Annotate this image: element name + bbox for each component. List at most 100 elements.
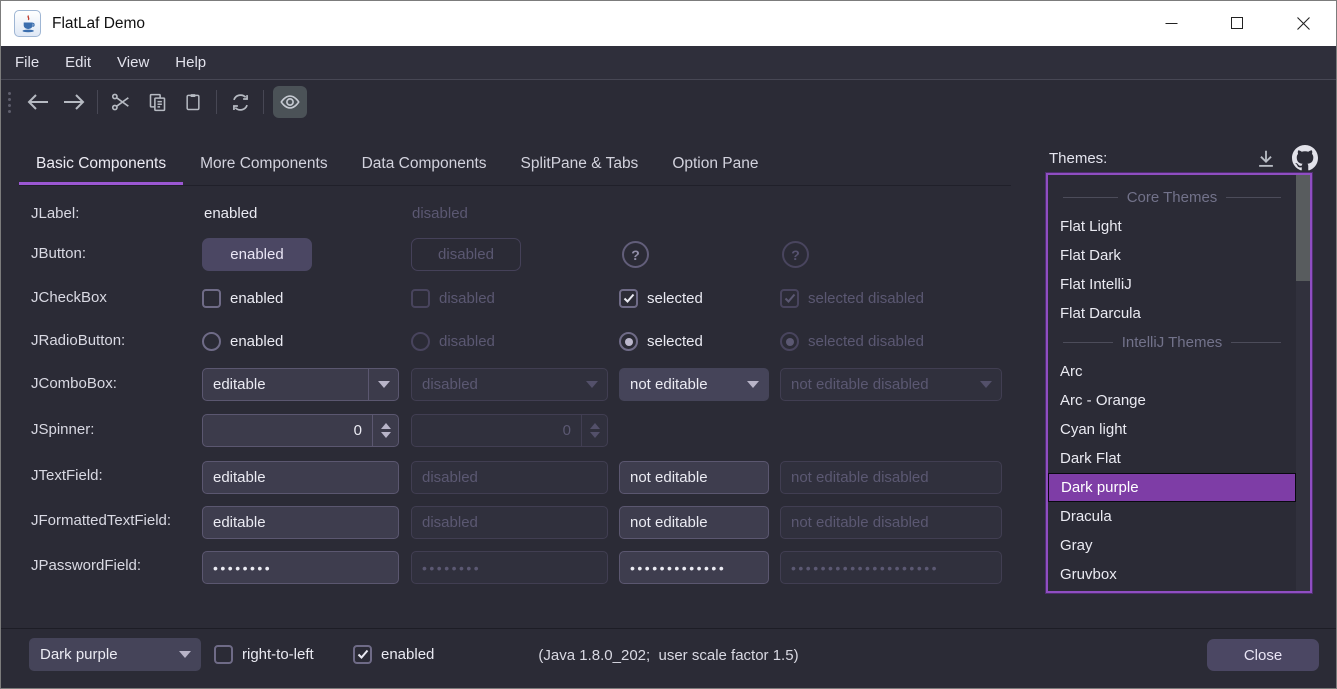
question-mark-icon: ? <box>791 247 800 263</box>
show-hidden-eye-toggle[interactable] <box>273 86 307 118</box>
tab-basic-components[interactable]: Basic Components <box>19 143 183 185</box>
list-separator-label: IntelliJ Themes <box>1122 334 1223 351</box>
theme-item-flat-light[interactable]: Flat Light <box>1048 212 1296 241</box>
checkbox-label: selected disabled <box>808 290 924 307</box>
menu-edit[interactable]: Edit <box>52 46 104 79</box>
theme-item-cyan-light[interactable]: Cyan light <box>1048 415 1296 444</box>
cut-icon[interactable] <box>103 85 139 119</box>
theme-item-flat-dark[interactable]: Flat Dark <box>1048 241 1296 270</box>
back-button[interactable] <box>20 85 56 119</box>
passwordfield-not-editable[interactable]: ••••••••••••• <box>619 551 769 584</box>
tab-data-components[interactable]: Data Components <box>345 143 504 185</box>
list-separator-label: Core Themes <box>1127 189 1218 206</box>
help-button[interactable]: ? <box>622 241 649 268</box>
close-button[interactable]: Close <box>1207 639 1319 671</box>
textfield-not-editable[interactable]: not editable <box>619 461 769 494</box>
checkbox-label: enabled <box>230 290 283 307</box>
menu-help[interactable]: Help <box>162 46 219 79</box>
row-label-jtextfield: JTextField: <box>31 467 103 484</box>
passwordfield-editable[interactable]: •••••••• <box>202 551 399 584</box>
theme-item-gruvbox[interactable]: Gruvbox <box>1048 560 1296 589</box>
radio-disabled: disabled <box>411 332 495 351</box>
row-label-jcheckbox: JCheckBox <box>31 289 107 306</box>
chevron-down-icon <box>577 369 607 400</box>
java-logo-icon <box>14 10 41 37</box>
refresh-icon[interactable] <box>222 85 258 119</box>
app-window: FlatLaf Demo File Edit View Help <box>0 0 1337 689</box>
toolbar-grip-handle[interactable] <box>8 92 11 113</box>
help-button-disabled: ? <box>782 241 809 268</box>
row-label-jcombobox: JComboBox: <box>31 375 117 392</box>
radio-circle <box>202 332 221 351</box>
download-icon[interactable] <box>1255 148 1277 170</box>
theme-item-flat-darcula[interactable]: Flat Darcula <box>1048 299 1296 328</box>
toolbar-separator <box>216 90 217 114</box>
theme-item-dracula[interactable]: Dracula <box>1048 502 1296 531</box>
list-separator-intellij-themes: IntelliJ Themes <box>1048 328 1296 357</box>
combobox-value: not editable disabled <box>781 369 971 400</box>
checkbox-box <box>202 289 221 308</box>
row-label-jradiobutton: JRadioButton: <box>31 332 125 349</box>
chevron-down-icon <box>971 369 1001 400</box>
textfield-editable[interactable]: editable <box>202 461 399 494</box>
maximize-button[interactable] <box>1204 1 1270 46</box>
window-controls <box>1138 1 1336 46</box>
menu-view[interactable]: View <box>104 46 162 79</box>
enabled-button[interactable]: enabled <box>202 238 312 271</box>
tool-bar <box>1 81 307 123</box>
combobox-value[interactable]: not editable <box>620 369 738 400</box>
scrollbar[interactable] <box>1296 175 1310 591</box>
checkbox-selected-disabled: selected disabled <box>780 289 924 308</box>
spinner-value[interactable]: 0 <box>203 415 372 446</box>
menu-bar: File Edit View Help <box>1 46 1336 80</box>
formatted-textfield-editable[interactable]: editable <box>202 506 399 539</box>
combobox-editable[interactable]: editable <box>202 368 399 401</box>
tab-option-pane[interactable]: Option Pane <box>655 143 775 185</box>
toolbar-separator <box>263 90 264 114</box>
textfield-not-editable-disabled: not editable disabled <box>780 461 1002 494</box>
checkbox-box <box>411 289 430 308</box>
paste-icon[interactable] <box>175 85 211 119</box>
combobox-not-editable[interactable]: not editable <box>619 368 769 401</box>
toolbar-separator <box>97 90 98 114</box>
formatted-textfield-not-editable[interactable]: not editable <box>619 506 769 539</box>
tab-divider <box>19 185 1011 186</box>
checkmark-icon <box>619 289 638 308</box>
checkbox-enabled[interactable]: enabled <box>202 289 283 308</box>
radio-label: selected disabled <box>808 333 924 350</box>
theme-item-dark-purple-selected[interactable]: Dark purple <box>1048 473 1296 502</box>
textfield-disabled: disabled <box>411 461 608 494</box>
combobox-value[interactable]: editable <box>203 369 368 400</box>
radio-enabled[interactable]: enabled <box>202 332 283 351</box>
menu-file[interactable]: File <box>2 46 52 79</box>
passwordfield-disabled: •••••••• <box>411 551 608 584</box>
github-icon[interactable] <box>1292 145 1318 171</box>
radio-label: disabled <box>439 333 495 350</box>
theme-item-flat-intellij[interactable]: Flat IntelliJ <box>1048 270 1296 299</box>
themes-list[interactable]: Core Themes Flat Light Flat Dark Flat In… <box>1046 173 1312 593</box>
theme-item-dark-flat[interactable]: Dark Flat <box>1048 444 1296 473</box>
tab-splitpane-tabs[interactable]: SplitPane & Tabs <box>504 143 656 185</box>
combobox-not-editable-disabled: not editable disabled <box>780 368 1002 401</box>
chevron-down-icon[interactable] <box>368 369 398 400</box>
passwordfield-not-editable-disabled: •••••••••••••••••••• <box>780 551 1002 584</box>
forward-button[interactable] <box>56 85 92 119</box>
checkbox-label: disabled <box>439 290 495 307</box>
minimize-button[interactable] <box>1138 1 1204 46</box>
chevron-down-icon[interactable] <box>738 369 768 400</box>
copy-icon[interactable] <box>139 85 175 119</box>
status-text: (Java 1.8.0_202; user scale factor 1.5) <box>1 647 1336 664</box>
theme-item-arc[interactable]: Arc <box>1048 357 1296 386</box>
spinner-arrows-icon[interactable] <box>372 415 398 446</box>
radio-selected[interactable]: selected <box>619 332 703 351</box>
scrollbar-thumb[interactable] <box>1296 175 1310 281</box>
checkbox-selected[interactable]: selected <box>619 289 703 308</box>
theme-item-gray[interactable]: Gray <box>1048 531 1296 560</box>
tab-bar: Basic Components More Components Data Co… <box>19 143 776 185</box>
theme-item-arc-orange[interactable]: Arc - Orange <box>1048 386 1296 415</box>
tab-more-components[interactable]: More Components <box>183 143 345 185</box>
checkbox-disabled: disabled <box>411 289 495 308</box>
close-button-titlebar[interactable] <box>1270 1 1336 46</box>
spinner-enabled[interactable]: 0 <box>202 414 399 447</box>
formatted-textfield-disabled: disabled <box>411 506 608 539</box>
